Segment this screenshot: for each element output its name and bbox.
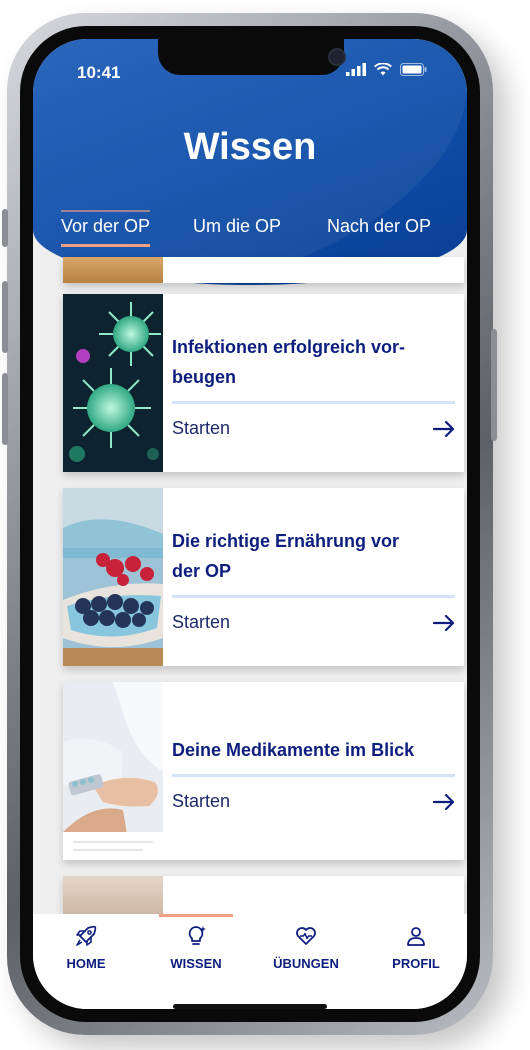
power-button [491,329,497,441]
battery-icon [400,63,427,76]
card-divider [172,774,455,777]
virus-image [63,294,163,472]
phone-bezel: 10:41 Wissen Vor der OP Um die OP Nach d… [20,26,480,1022]
tab-um-die-op[interactable]: Um die OP [193,216,281,237]
volume-down-button [2,373,8,445]
start-label: Starten [172,612,231,632]
tab-nach-der-op[interactable]: Nach der OP [327,216,431,237]
berries-image [63,488,163,666]
notch [158,39,346,75]
rocket-icon [76,925,97,946]
tab-profil[interactable]: PROFIL [371,924,461,971]
app-screen: 10:41 Wissen Vor der OP Um die OP Nach d… [33,39,467,1009]
card-image [63,257,163,283]
start-label: Starten [172,418,231,438]
arrow-right-icon [433,614,455,631]
tab-home-label: HOME [66,956,106,971]
arrow-right-icon [433,420,455,437]
card-title: Die richtige Ernährung vor [172,531,400,551]
card-divider [172,401,455,404]
tab-wissen-label: WISSEN [170,956,222,971]
berries-illustration [63,488,163,666]
card-divider [172,595,455,598]
card-title: beugen [172,367,237,387]
action-button [2,209,8,247]
card-title: Infektionen erfolgreich vor- [172,337,406,357]
status-time: 10:41 [77,63,121,82]
tab-uebungen[interactable]: ÜBUNGEN [261,924,351,971]
phone-frame: 10:41 Wissen Vor der OP Um die OP Nach d… [2,13,497,1035]
start-button[interactable]: Starten [172,791,455,812]
card-title: der OP [172,561,232,581]
card-title: Deine Medikamente im Blick [172,740,415,760]
volume-up-button [2,281,8,353]
list-item[interactable]: Infektionen erfolgreich vor- beugen Star… [63,294,464,472]
tab-uebungen-label: ÜBUNGEN [273,956,339,971]
active-tab-indicator [159,914,233,917]
start-label: Starten [172,791,231,811]
start-button[interactable]: Starten [172,612,455,633]
start-button[interactable]: Starten [172,418,455,439]
tab-vor-der-op[interactable]: Vor der OP [61,210,151,247]
header: 10:41 Wissen Vor der OP Um die OP Nach d… [33,39,467,285]
tab-profil-label: PROFIL [392,956,440,971]
person-icon [407,927,425,946]
virus-illustration [63,294,163,472]
camera [328,48,346,66]
medication-illustration [63,682,163,860]
page-title: Wissen [183,126,317,168]
list-item[interactable] [63,257,464,283]
status-icons [346,63,427,76]
arrow-right-icon [433,793,455,810]
list-item[interactable] [63,876,464,916]
lightbulb-icon [188,926,206,945]
tab-home[interactable]: HOME [41,924,131,971]
medication-image [63,682,163,860]
tab-wissen[interactable]: WISSEN [151,924,241,971]
card-image [63,876,163,916]
wifi-icon [374,63,392,76]
list-item[interactable]: Die richtige Ernährung vor der OP Starte… [63,488,464,666]
list-item[interactable]: Deine Medikamente im Blick Starten [63,682,464,860]
heart-pulse-icon [296,927,316,945]
signal-icon [346,63,366,76]
home-indicator[interactable] [173,1004,327,1009]
bottom-tab-bar: HOME WISSEN ÜBUNGEN PROFIL [33,914,467,1009]
